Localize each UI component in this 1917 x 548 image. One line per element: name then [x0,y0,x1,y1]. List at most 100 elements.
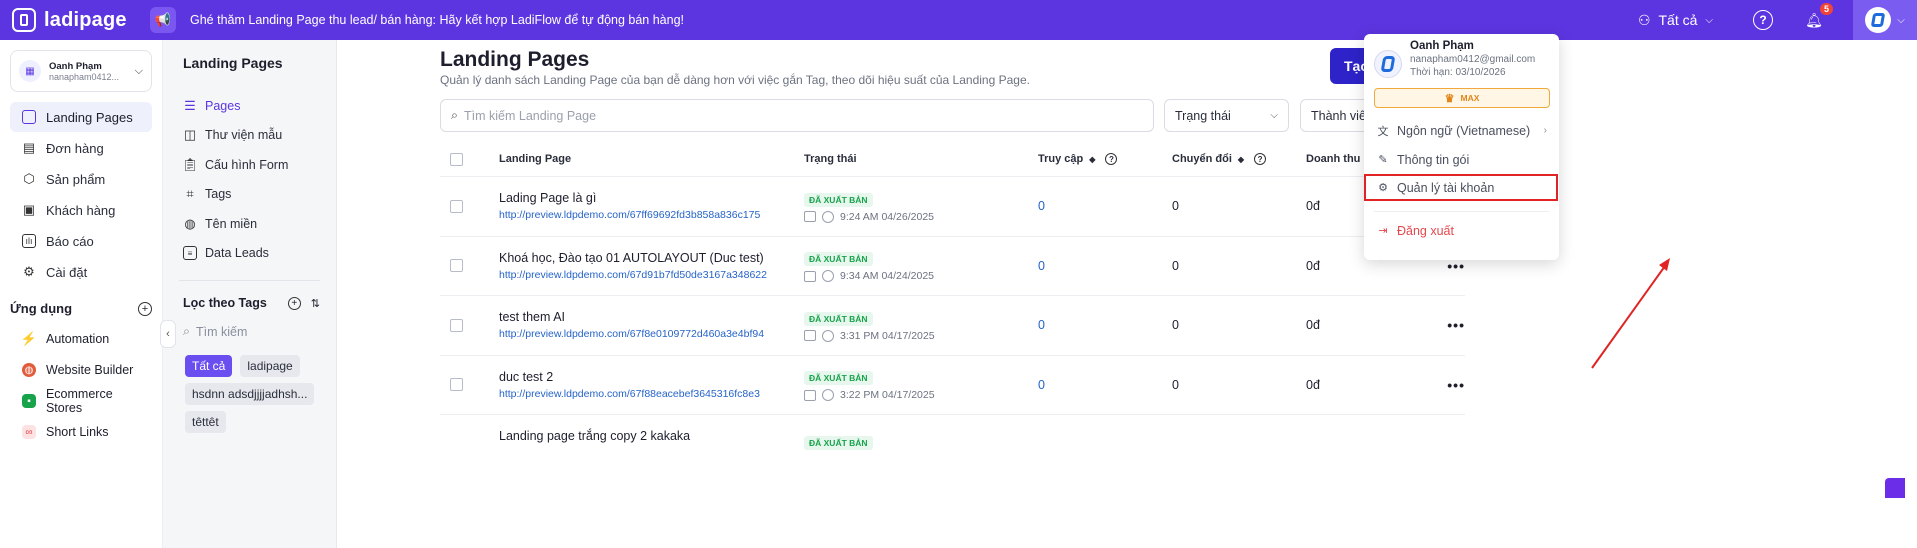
revenue-value: 0đ [1306,318,1320,333]
select-all-checkbox[interactable] [450,152,463,166]
report-icon: ılı [22,234,36,248]
row-checkbox[interactable] [450,259,463,273]
more-actions-icon[interactable]: ••• [1440,258,1465,274]
collapse-sidebar-button[interactable]: ‹ [160,320,176,348]
app-item-ecommerce-stores[interactable]: ▪ Ecommerce Stores [10,386,152,416]
page-url[interactable]: http://preview.ldpdemo.com/67f8e0109772d… [499,328,804,340]
status-filter[interactable]: Trạng thái ⌵ [1164,99,1289,132]
app-item-automation[interactable]: ⚡ Automation [10,324,152,354]
page-name[interactable]: Khoá học, Đào tạo 01 AUTOLAYOUT (Duc tes… [499,251,804,265]
account-menu-button[interactable]: ⌵ [1853,0,1917,40]
nav-item-orders[interactable]: ▤ Đơn hàng [10,133,152,163]
app-item-website-builder[interactable]: ◍ Website Builder [10,355,152,385]
announcement-text: Ghé thăm Landing Page thu lead/ bán hàng… [190,13,685,27]
nav-item-landing-pages[interactable]: Landing Pages [10,102,152,132]
subnav-item-data-leads[interactable]: ≡ Data Leads [163,239,336,269]
page-subtitle: Quản lý danh sách Landing Page của bạn d… [440,73,1030,87]
tag-chip[interactable]: têttêt [185,411,226,433]
nav-item-settings[interactable]: ⚙ Cài đặt [10,257,152,287]
subnav-label: Thư viện mẫu [205,128,283,143]
status-filter-label: Trạng thái [1175,108,1231,123]
plan-badge: ♛ MAX [1374,88,1550,108]
help-icon: ? [1105,153,1118,166]
tag-chip-all[interactable]: Tất cả [185,355,233,377]
chat-widget-button[interactable] [1885,478,1905,498]
more-actions-icon[interactable]: ••• [1440,317,1465,333]
logo[interactable]: ladipage [0,8,150,32]
team-selector[interactable]: ⚇ Tất cả ⌵ [1638,12,1713,29]
row-checkbox[interactable] [450,199,463,213]
sort-icon[interactable]: ⇅ [311,297,320,310]
top-bar: ladipage 📢 Ghé thăm Landing Page thu lea… [0,0,1917,40]
table-row[interactable]: Landing page trắng copy 2 kakaka ĐÃ XUẤT… [440,415,1465,475]
subnav-item-pages[interactable]: ☰ Pages [163,91,336,121]
help-icon[interactable]: ? [1753,10,1773,30]
page-url[interactable]: http://preview.ldpdemo.com/67d91b7fd50de… [499,269,804,281]
app-item-short-links[interactable]: ∞ Short Links [10,417,152,447]
chevron-down-icon: ⌵ [1897,14,1905,26]
visits-value[interactable]: 0 [1038,199,1172,213]
table-row[interactable]: test them AI http://preview.ldpdemo.com/… [440,296,1465,356]
template-icon: ◫ [183,127,197,143]
menu-item-manage-account[interactable]: ⚙ Quản lý tài khoản [1364,174,1558,201]
menu-label: Đăng xuất [1397,223,1454,238]
nav-label: Báo cáo [46,233,94,249]
avatar [1374,50,1402,78]
menu-label: Quản lý tài khoản [1397,180,1495,195]
page-name[interactable]: Landing page trắng copy 2 kakaka [499,429,804,443]
menu-item-package-info[interactable]: ✎ Thông tin gói [1364,145,1559,174]
subnav-item-templates[interactable]: ◫ Thư viện mẫu [163,121,336,151]
dropdown-profile: Oanh Phạm nanapham0412@gmail.com Thời hạ… [1364,34,1559,78]
conversions-value: 0 [1172,258,1179,273]
nav-item-customers[interactable]: ▣ Khách hàng [10,195,152,225]
notification-button[interactable]: 🔔︎ 5 [1803,3,1833,31]
table-row[interactable]: Khoá học, Đào tạo 01 AUTOLAYOUT (Duc tes… [440,237,1465,296]
announcement-bar[interactable]: 📢 Ghé thăm Landing Page thu lead/ bán hà… [150,7,684,33]
tag-chip[interactable]: hsdnn adsdjjjjadhsh... [185,383,315,405]
subnav-label: Pages [205,98,241,113]
subnav-item-tags[interactable]: ⌗ Tags [163,180,336,210]
nav-label: Đơn hàng [46,140,104,156]
tag-search-input[interactable]: ⌕ Tìm kiếm [183,324,336,339]
search-input[interactable]: ⌕ Tìm kiếm Landing Page [440,99,1154,132]
nav-item-products[interactable]: ⬡ Sản phẩm [10,164,152,194]
header-status: Trạng thái [804,153,857,165]
app-label: Website Builder [46,363,134,377]
visits-value[interactable]: 0 [1038,378,1172,392]
nav-item-report[interactable]: ılı Báo cáo [10,226,152,256]
menu-item-logout[interactable]: ⇥ Đăng xuất [1364,216,1559,245]
row-checkbox[interactable] [450,318,463,332]
profile-expiry: Thời hạn: 03/10/2026 [1410,67,1506,78]
subnav-item-form-config[interactable]: 📋︎ Cấu hình Form [163,150,336,180]
settings-icon: ⚙ [23,264,35,279]
status-badge: ĐÃ XUẤT BẢN [804,371,873,386]
tag-list: Tất cả ladipage hsdnn adsdjjjjadhsh... t… [185,355,324,433]
divider [179,280,320,281]
account-switcher[interactable]: ▦ Oanh Phạm nanapham0412... ⌵ [10,50,152,92]
translate-icon: 文 [1377,125,1389,138]
page-url[interactable]: http://preview.ldpdemo.com/67f88eacebef3… [499,388,804,400]
page-name[interactable]: Lading Page là gì [499,191,804,205]
updated-time: 9:34 AM 04/24/2025 [840,270,934,283]
more-actions-icon[interactable]: ••• [1440,377,1465,393]
gear-icon: ⚙ [1378,182,1388,194]
add-app-icon[interactable]: + [138,301,152,316]
add-tag-icon[interactable]: + [287,296,301,310]
visits-value[interactable]: 0 [1038,318,1172,332]
row-checkbox[interactable] [450,378,463,392]
chevron-right-icon: › [1543,125,1547,136]
chevron-down-icon: ⌵ [1705,14,1713,26]
device-icon [804,330,816,342]
visits-value[interactable]: 0 [1038,259,1172,273]
table-row[interactable]: Lading Page là gì http://preview.ldpdemo… [440,177,1465,237]
table-row[interactable]: duc test 2 http://preview.ldpdemo.com/67… [440,356,1465,415]
tag-chip[interactable]: ladipage [240,355,300,377]
document-icon: ≡ [183,246,197,261]
menu-item-language[interactable]: 文 Ngôn ngữ (Vietnamese) › [1364,116,1559,145]
header-visits[interactable]: Truy cập ◆? [1038,153,1172,166]
page-name[interactable]: test them AI [499,310,804,324]
header-conversions[interactable]: Chuyển đổi ◆? [1172,153,1306,166]
page-name[interactable]: duc test 2 [499,370,804,384]
subnav-item-domains[interactable]: ◍ Tên miền [163,209,336,239]
page-url[interactable]: http://preview.ldpdemo.com/67ff69692fd3b… [499,209,804,221]
